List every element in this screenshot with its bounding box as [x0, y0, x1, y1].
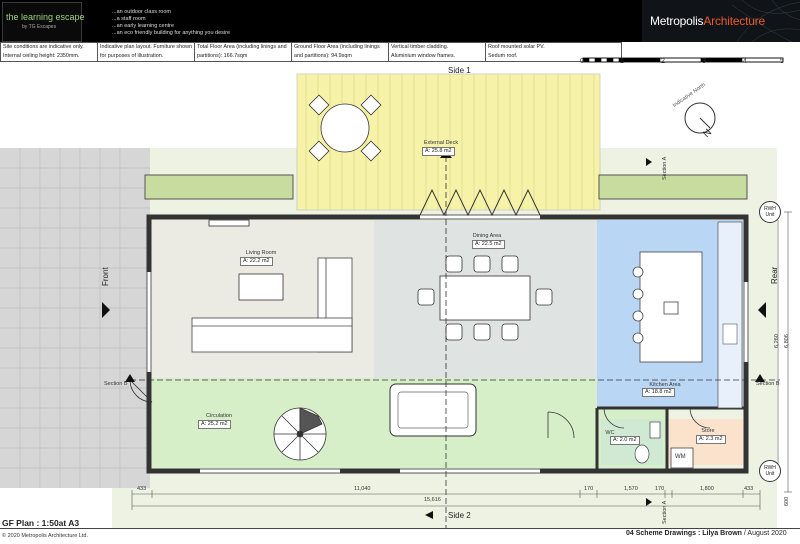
brand-name-part2: Architecture	[703, 14, 765, 28]
dining-area-name: Dining Area	[472, 233, 502, 239]
pool-table	[389, 383, 477, 437]
sink-icon	[722, 323, 738, 345]
wc-area: A: 2.0 m2	[610, 436, 640, 445]
info-text: Total Floor Area (including linings and	[197, 44, 287, 50]
section-a-label-bottom: Section A	[662, 500, 668, 524]
coffee-table	[238, 273, 284, 301]
dim-bottom-5: 170	[655, 486, 665, 492]
circulation-area: A: 25.2 m2	[198, 420, 231, 429]
dining-area-area: A: 22.5 m2	[472, 240, 505, 249]
dim-right-total: 6,806	[784, 334, 790, 348]
deck-area: A: 25.8 m2	[422, 147, 455, 156]
section-a-label-top: Section A	[662, 156, 668, 180]
info-text: Internal ceiling height: 2350mm.	[3, 53, 80, 59]
logo	[2, 2, 82, 42]
paving-area	[0, 148, 150, 488]
rwh-unit-bottom: RWH Unit	[759, 460, 781, 482]
rwh-unit-top-label: RWH Unit	[764, 206, 776, 218]
store-area: A: 2.3 m2	[696, 435, 726, 444]
info-cell-total-area: Total Floor Area (including linings and p…	[194, 42, 292, 62]
dim-bottom-2: 11,040	[354, 486, 371, 492]
info-text: for purposes of illustration.	[100, 53, 164, 59]
living-room-name: Living Room	[245, 250, 277, 256]
planter-left	[144, 174, 294, 200]
circulation-name: Circulation	[206, 413, 232, 419]
info-cell-site: Site conditions are indicative only. Inte…	[0, 42, 98, 62]
side-2-label: Side 2	[448, 511, 471, 520]
rwh-unit-bottom-label: RWH Unit	[764, 465, 776, 477]
north-arrow-icon	[684, 102, 716, 134]
dim-bottom-total: 15,616	[424, 497, 441, 503]
living-room-area: A: 22.2 m2	[240, 257, 273, 266]
dim-bottom-1: 433	[137, 486, 147, 492]
info-text: Indicative plan layout. Furniture shown	[100, 44, 192, 50]
brand-name-part1: Metropolis	[650, 14, 704, 28]
store-name: Store	[701, 428, 715, 434]
dim-bottom-3: 170	[584, 486, 594, 492]
planter-right	[598, 174, 748, 200]
info-cell-layout: Indicative plan layout. Furniture shown f…	[97, 42, 195, 62]
tv-unit	[208, 219, 250, 227]
dim-right-inner: 6,260	[774, 334, 780, 348]
kitchen-island	[632, 251, 703, 363]
drawing-title: 04 Scheme Drawings	[626, 530, 697, 537]
logo-subtitle: by TG Escapes	[22, 24, 57, 30]
tagline-2: ...a staff room	[112, 16, 146, 22]
logo-text: the learning escape	[6, 12, 85, 22]
dim-bottom-4: 1,570	[624, 486, 638, 492]
side-1-label: Side 1	[448, 66, 471, 75]
drawing-date: / August 2020	[743, 530, 787, 537]
copyright: © 2020 Metropolis Architecture Ltd.	[2, 533, 88, 539]
kitchen-area-area: A: 18.8 m2	[642, 388, 675, 397]
tagline-1: ...an outdoor class room	[112, 9, 172, 15]
spiral-staircase	[273, 407, 327, 461]
info-text: Vertical timber cladding.	[391, 44, 449, 50]
section-b-label-left: Section B	[104, 381, 128, 387]
info-cell-ground-area: Ground Floor Area (including linings and …	[291, 42, 389, 62]
deck-name: External Deck	[423, 140, 459, 146]
info-text: partitions): 166.7sqm	[197, 53, 248, 59]
washing-machine-label: WM	[675, 454, 686, 460]
rear-label: Rear	[770, 266, 779, 284]
brand-name: MetropolisArchitecture	[650, 14, 765, 28]
info-table: Site conditions are indicative only. Inte…	[0, 42, 622, 62]
tagline-3: ...an early learning centre	[112, 23, 175, 29]
info-text: and partitions): 94.9sqm	[294, 53, 352, 59]
dim-bottom-7: 433	[744, 486, 754, 492]
plan-label: GF Plan : 1:50at A3	[2, 518, 80, 528]
info-text: Site conditions are indicative only.	[3, 44, 84, 50]
footer-divider	[0, 528, 800, 529]
section-b-label-right: Section B	[756, 381, 780, 387]
rwh-unit-top: RWH Unit	[759, 201, 781, 223]
title-block: 04 Scheme Drawings : Lilya Brown / Augus…	[626, 530, 787, 537]
dim-bottom-6: 1,800	[700, 486, 714, 492]
front-label: Front	[101, 267, 110, 286]
info-text: Ground Floor Area (including linings	[294, 44, 380, 50]
info-text: Aluminium window frames.	[391, 53, 456, 59]
drawing-author: : Lilya Brown	[697, 530, 742, 537]
dim-right-end: 600	[784, 496, 790, 506]
info-cell-cladding: Vertical timber cladding. Aluminium windo…	[388, 42, 486, 62]
tagline-4: ...an eco friendly building for anything…	[112, 30, 231, 36]
